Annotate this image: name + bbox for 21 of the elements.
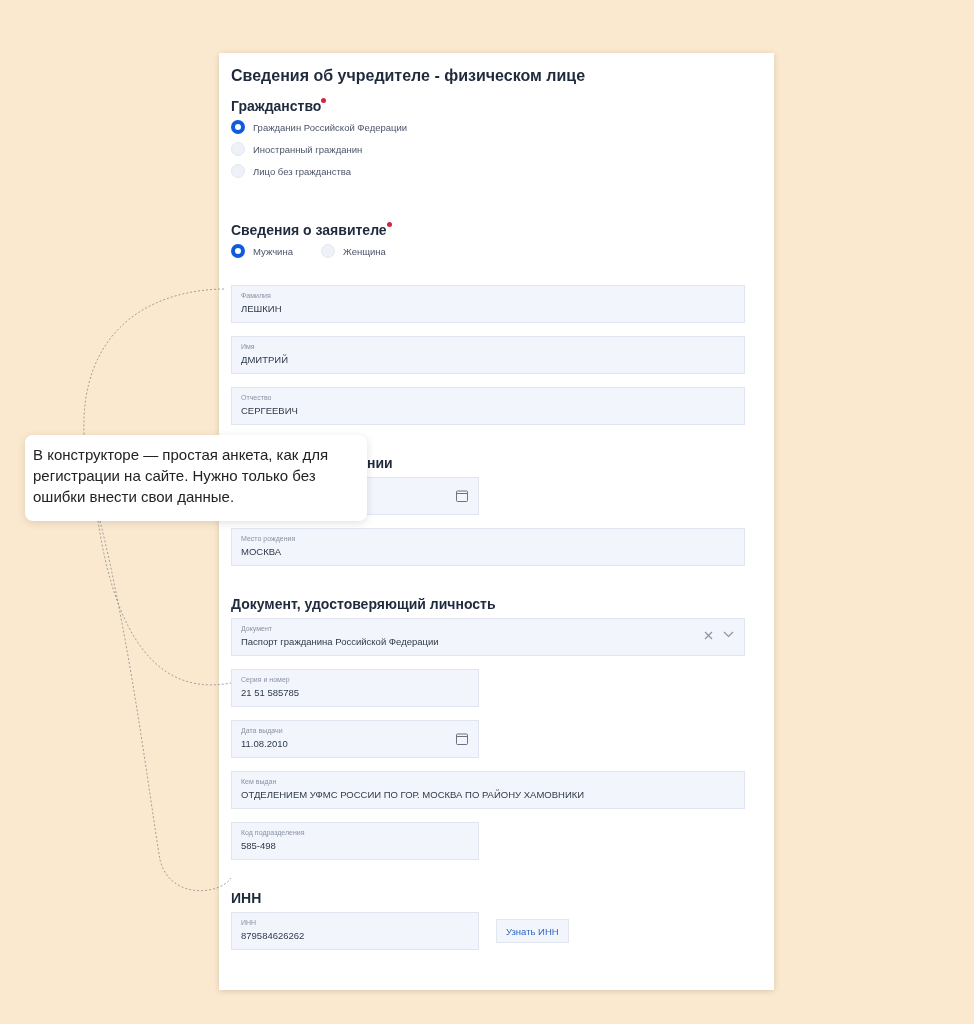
- radio-option[interactable]: Лицо без гражданства: [231, 164, 745, 178]
- radio-option[interactable]: Мужчина: [231, 244, 321, 258]
- callout-tooltip: В конструкторе — простая анкета, как для регистрации на сайте. Нужно только без ошибки внести свои данные.: [25, 435, 367, 521]
- calendar-icon[interactable]: [456, 733, 468, 745]
- radio-option[interactable]: Гражданин Российской Федерации: [231, 120, 745, 134]
- chevron-down-icon[interactable]: [723, 631, 734, 638]
- calendar-icon[interactable]: [456, 490, 468, 502]
- required-mark-icon: [386, 222, 392, 227]
- section-heading: Гражданство: [231, 98, 322, 114]
- section-heading: нии: [367, 455, 393, 471]
- radio-option[interactable]: Женщина: [321, 244, 411, 258]
- required-mark-icon: [321, 98, 327, 103]
- section-heading: ИНН: [231, 890, 262, 906]
- radio-option[interactable]: Иностранный гражданин: [231, 142, 745, 156]
- section-heading: Сведения о заявителе: [231, 222, 387, 238]
- form-title: Сведения об учредителе - физическом лице: [231, 67, 587, 85]
- radio-button[interactable]: [231, 244, 245, 258]
- find-inn-button[interactable]: Узнать ИНН: [496, 919, 569, 943]
- section-heading: Документ, удостоверяющий личность: [231, 596, 496, 612]
- clear-icon[interactable]: [704, 631, 713, 640]
- radio-button[interactable]: [231, 120, 245, 134]
